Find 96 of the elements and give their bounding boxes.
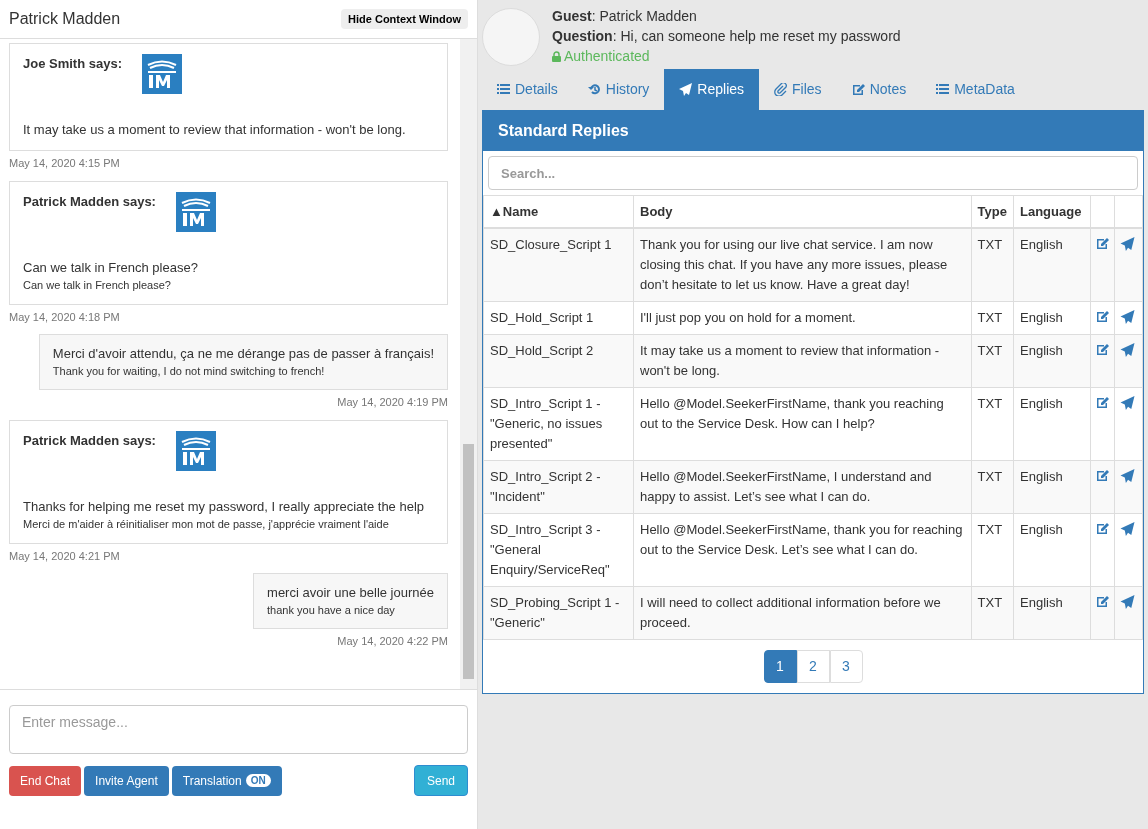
table-cell: SD_Probing_Script 1 - "Generic"	[483, 586, 634, 639]
table-cell: Thank you for using our live chat service. I am now closing this chat. If you have any more issues, please don’t hesitate to let us know. Have a great day!	[633, 227, 972, 301]
history-icon	[587, 83, 601, 96]
paperclip-icon	[774, 83, 788, 96]
message-input[interactable]: Enter message...	[9, 705, 468, 754]
translation-text: thank you have a nice day	[267, 603, 396, 618]
edit-icon[interactable]	[1096, 468, 1109, 482]
paper-plane-icon	[679, 83, 693, 96]
invite-agent-button[interactable]: Invite Agent	[84, 765, 169, 796]
message-text: merci avoir une belle journée	[267, 584, 434, 602]
tab[interactable]: Replies	[664, 69, 760, 110]
send-icon[interactable]	[1120, 395, 1135, 410]
table-cell: TXT	[971, 460, 1014, 513]
send-icon[interactable]	[1120, 236, 1135, 251]
edit-icon[interactable]	[1096, 236, 1109, 250]
page-button[interactable]: 1	[763, 649, 797, 683]
table-cell: Hello @Model.SeekerFirstName, I understand and happy to assist. Let’s see what I can do.	[633, 460, 972, 513]
im-logo-icon	[175, 191, 216, 232]
column-header[interactable]: ▲Name	[483, 195, 634, 228]
scrollbar[interactable]	[460, 39, 477, 689]
on-badge: ON	[245, 774, 271, 787]
table-cell: English	[1013, 460, 1091, 513]
table-cell: English	[1013, 334, 1091, 387]
question-line: Question: Hi, can someone help me reset my password	[552, 27, 901, 46]
tab[interactable]: MetaData	[921, 69, 1030, 110]
table-cell: English	[1013, 586, 1091, 639]
message-author: Patrick Madden says:	[23, 431, 156, 450]
message-timestamp: May 14, 2020 4:18 PM	[9, 309, 120, 325]
translation-text: Merci de m'aider à réinitialiser mon mot de passe, j'apprécie vraiment l'aide	[23, 516, 390, 532]
search-field[interactable]: Search...	[488, 156, 1138, 190]
table-cell: English	[1013, 301, 1091, 334]
message-author: Joe Smith says:	[23, 55, 122, 73]
table-cell: Hello @Model.SeekerFirstName, thank you reaching out to the Service Desk. How can I help?	[633, 387, 972, 460]
table-cell: It may take us a moment to review that information - won't be long.	[633, 334, 972, 387]
translation-text: Thank you for waiting, I do not mind switching to french!	[52, 364, 326, 379]
hide-context-button[interactable]: Hide Context Window	[341, 8, 468, 30]
message-timestamp: May 14, 2020 4:19 PM	[337, 395, 448, 410]
send-icon[interactable]	[1120, 309, 1135, 324]
send-icon[interactable]	[1120, 521, 1135, 536]
tab[interactable]: Files	[759, 69, 837, 110]
tab[interactable]: Notes	[836, 69, 922, 110]
list-icon	[497, 83, 510, 96]
send-button[interactable]: Send	[413, 765, 468, 796]
message-text: Can we talk in French please?	[23, 258, 199, 277]
table-cell: English	[1013, 387, 1091, 460]
table-cell: SD_Closure_Script 1	[483, 227, 634, 301]
tab[interactable]: Details	[482, 69, 573, 110]
table-cell: Hello @Model.SeekerFirstName, thank you for reaching out to the Service Desk. Let’s see what I can do.	[633, 513, 972, 586]
edit-icon	[851, 83, 865, 96]
column-header: Body	[633, 195, 972, 228]
table-cell: TXT	[971, 301, 1014, 334]
translation-button[interactable]: Translation ON	[171, 765, 282, 796]
message-timestamp: May 14, 2020 4:15 PM	[9, 156, 120, 171]
edit-icon[interactable]	[1096, 521, 1109, 535]
chat-title: Patrick Madden	[9, 9, 121, 29]
message-author: Patrick Madden says:	[23, 192, 156, 211]
table-cell: SD_Intro_Script 1 - "Generic, no issues presented"	[483, 387, 634, 460]
table-cell: TXT	[971, 387, 1014, 460]
end-chat-button[interactable]: End Chat	[9, 765, 82, 796]
table-cell: TXT	[971, 513, 1014, 586]
table-cell: English	[1013, 513, 1091, 586]
lock-icon	[552, 50, 561, 62]
edit-icon[interactable]	[1096, 342, 1109, 356]
message-timestamp: May 14, 2020 4:21 PM	[9, 548, 120, 564]
message-text: Merci d'avoir attendu, ça ne me dérange pas de passer à français!	[52, 345, 434, 363]
authenticated-status: Authenticated	[564, 47, 650, 66]
edit-icon[interactable]	[1096, 395, 1109, 409]
send-icon[interactable]	[1120, 468, 1135, 483]
table-cell: I'll just pop you on hold for a moment.	[633, 301, 972, 334]
panel-title: Standard Replies	[483, 111, 1143, 151]
message-timestamp: May 14, 2020 4:22 PM	[337, 634, 448, 649]
table-cell: SD_Intro_Script 2 - "Incident"	[483, 460, 634, 513]
tab[interactable]: History	[572, 69, 665, 110]
edit-icon[interactable]	[1096, 594, 1109, 608]
message-text: It may take us a moment to review that information - won't be long.	[23, 121, 407, 139]
edit-icon[interactable]	[1096, 309, 1109, 323]
table-cell: TXT	[971, 334, 1014, 387]
im-logo-icon	[142, 54, 182, 94]
page-button[interactable]: 2	[796, 649, 830, 683]
list-icon	[936, 83, 950, 96]
table-cell: SD_Intro_Script 3 - "General Enquiry/ServiceReq"	[483, 513, 634, 586]
table-cell: English	[1013, 227, 1091, 301]
im-logo-icon	[175, 430, 216, 471]
table-cell: SD_Hold_Script 2	[483, 334, 634, 387]
table-cell: TXT	[971, 227, 1014, 301]
column-header: Language	[1013, 195, 1091, 228]
table-cell: I will need to collect additional information before we proceed.	[633, 586, 972, 639]
table-cell: SD_Hold_Script 1	[483, 301, 634, 334]
column-header: Type	[971, 195, 1014, 228]
translation-text: Can we talk in French please?	[23, 277, 172, 293]
guest-line: Guest: Patrick Madden	[552, 7, 698, 26]
page-button[interactable]: 3	[829, 649, 863, 683]
message-text: Thanks for helping me reset my password, I really appreciate the help	[23, 497, 426, 516]
send-icon[interactable]	[1120, 342, 1135, 357]
table-cell: TXT	[971, 586, 1014, 639]
send-icon[interactable]	[1120, 594, 1135, 609]
